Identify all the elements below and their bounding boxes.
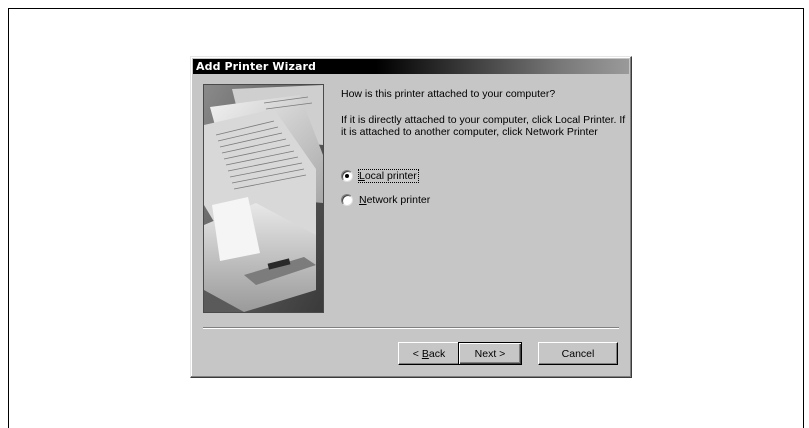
local-printer-label-rest: ocal printer [364, 170, 417, 182]
title-bar[interactable]: Add Printer Wizard [193, 59, 629, 74]
next-button[interactable]: Next > [458, 342, 522, 365]
back-button-label-rest: ack [428, 347, 446, 360]
network-printer-label[interactable]: Network printer [359, 194, 430, 206]
explanation-text: If it is directly attached to your compu… [341, 114, 626, 138]
printer-illustration-graphic [204, 85, 323, 312]
dialog-title: Add Printer Wizard [196, 60, 316, 73]
network-printer-mnemonic: N [359, 194, 367, 206]
radio-button-selected[interactable] [341, 170, 353, 182]
button-separator [203, 327, 619, 329]
local-printer-label[interactable]: Local printer [358, 169, 419, 183]
back-button-mnemonic: B [421, 347, 429, 360]
back-button-prefix: < [412, 347, 422, 360]
back-button[interactable]: < Back [398, 342, 460, 365]
network-printer-label-rest: etwork printer [366, 194, 431, 206]
add-printer-wizard-dialog: Add Printer Wizard How is this printer a… [190, 56, 632, 378]
radio-dot [345, 174, 349, 178]
wizard-printer-illustration [203, 84, 324, 313]
radio-button-unselected[interactable] [341, 194, 353, 206]
network-printer-radio[interactable]: Network printer [341, 193, 430, 207]
local-printer-radio[interactable]: Local printer [341, 169, 419, 183]
cancel-button-label: Cancel [561, 347, 595, 360]
question-text: How is this printer attached to your com… [341, 88, 556, 100]
next-button-label: Next > [474, 347, 506, 360]
cancel-button[interactable]: Cancel [538, 342, 618, 365]
